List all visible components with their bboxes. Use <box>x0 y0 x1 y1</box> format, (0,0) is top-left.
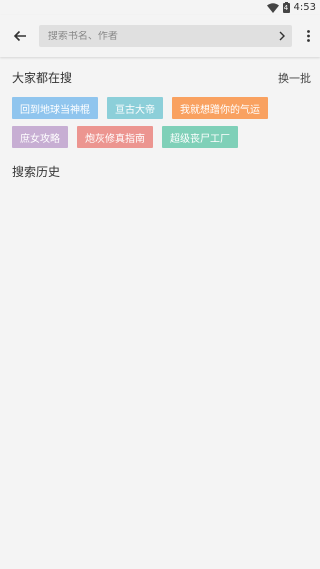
hot-search-tag[interactable]: 炮灰修真指南 <box>77 126 153 148</box>
wifi-icon <box>266 2 279 13</box>
more-vertical-icon <box>306 27 310 46</box>
search-box[interactable] <box>38 25 293 47</box>
hot-search-title: 大家都在搜 <box>12 71 73 85</box>
arrow-left-icon <box>13 27 27 46</box>
status-bar: 4 4:53 <box>0 0 320 15</box>
battery-icon: 4 <box>282 2 290 13</box>
hot-search-tag[interactable]: 回到地球当神棍 <box>12 97 98 119</box>
status-time: 4:53 <box>293 2 316 13</box>
toolbar <box>0 15 320 57</box>
hot-search-tag[interactable]: 我就想蹭你的气运 <box>172 97 268 119</box>
hot-search-tag[interactable]: 亘古大帝 <box>107 97 163 119</box>
search-input[interactable] <box>47 30 277 42</box>
chevron-right-icon <box>279 31 286 41</box>
hot-search-tag[interactable]: 超级丧尸工厂 <box>162 126 238 148</box>
more-menu-button[interactable] <box>296 15 320 57</box>
hot-search-tag[interactable]: 庶女攻略 <box>12 126 68 148</box>
refresh-button[interactable]: 换一批 <box>278 70 311 86</box>
hot-search-tags: 回到地球当神棍 亘古大帝 我就想蹭你的气运庶女攻略 炮灰修真指南 超级丧尸工厂 <box>12 97 308 148</box>
search-submit-button[interactable] <box>276 29 288 43</box>
battery-level: 4 <box>283 4 289 12</box>
back-button[interactable] <box>2 15 38 57</box>
search-history-title: 搜索历史 <box>12 165 61 179</box>
